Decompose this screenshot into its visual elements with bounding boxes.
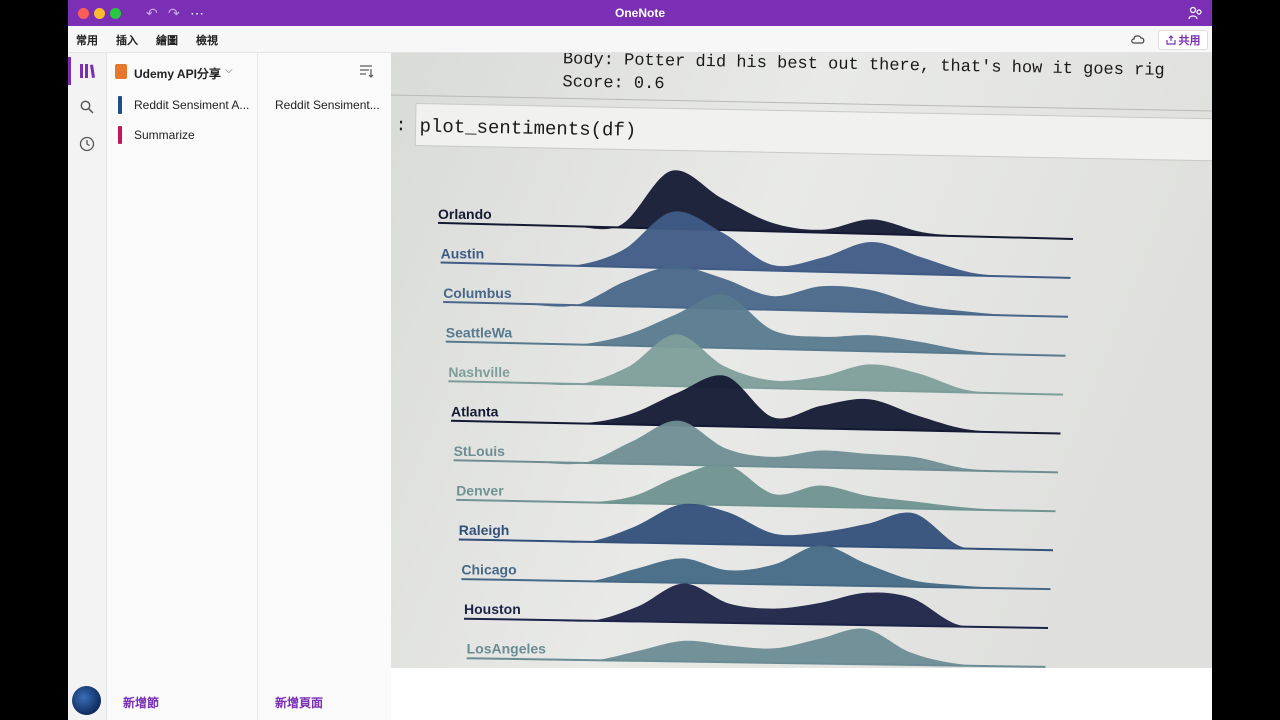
- tab-view[interactable]: 檢視: [196, 32, 218, 48]
- title-bar: ↶ ↷ ⋯ OneNote: [68, 0, 1212, 26]
- active-indicator: [68, 57, 71, 85]
- share-button[interactable]: 共用: [1158, 30, 1208, 50]
- ridge-label: Chicago: [461, 562, 516, 578]
- ridge-label: Atlanta: [451, 404, 499, 420]
- ridge-label: Houston: [464, 601, 521, 617]
- notebook-title: Udemy API分享: [134, 67, 221, 81]
- cell-code: plot_sentiments(df): [419, 116, 636, 142]
- add-section-button[interactable]: 新增節: [123, 694, 159, 711]
- section-color-tab: [118, 96, 122, 114]
- window-title: OneNote: [614, 6, 665, 20]
- embedded-photo: Body: Potter did his best out there, tha…: [391, 53, 1212, 668]
- avatar[interactable]: [72, 686, 101, 715]
- ridge-label: SeattleWa: [446, 325, 513, 341]
- section-color-tab: [118, 126, 122, 144]
- section-item-reddit[interactable]: Reddit Sensiment A...: [107, 91, 257, 119]
- onenote-window: ↶ ↷ ⋯ OneNote 常用 插入 繪圖 檢視 共用 Udemy API分享…: [68, 0, 1212, 720]
- ribbon: 常用 插入 繪圖 檢視 共用: [68, 26, 1212, 53]
- output-score-line: Score: 0.6: [562, 73, 664, 94]
- recent-clock-icon[interactable]: [79, 136, 95, 152]
- ridge-label: Orlando: [438, 206, 492, 222]
- ridge-label: StLouis: [454, 443, 506, 459]
- page-item-reddit[interactable]: Reddit Sensiment...: [258, 91, 391, 119]
- sort-icon[interactable]: [358, 63, 374, 79]
- notebook-icon: [115, 64, 127, 79]
- section-label: Reddit Sensiment A...: [134, 98, 250, 112]
- people-icon[interactable]: [1188, 5, 1204, 21]
- page-canvas[interactable]: Body: Potter did his best out there, tha…: [391, 53, 1212, 668]
- chevron-down-icon: ⌵: [225, 65, 233, 76]
- tab-insert[interactable]: 插入: [116, 32, 138, 48]
- section-label: Summarize: [134, 128, 195, 142]
- ridge-label: Nashville: [448, 364, 510, 380]
- ridge-label: Raleigh: [459, 522, 510, 538]
- notebooks-rail-button[interactable]: [68, 53, 106, 89]
- cell-prompt: :: [395, 116, 406, 136]
- ridge-label: LosAngeles: [467, 641, 547, 657]
- ridge-label: Denver: [456, 483, 504, 499]
- add-page-button[interactable]: 新增頁面: [275, 694, 323, 711]
- share-icon: [1165, 35, 1176, 45]
- sync-cloud-icon[interactable]: [1130, 33, 1146, 45]
- ridge-label: Columbus: [443, 285, 512, 301]
- page-canvas-margin: [391, 668, 1212, 720]
- notebooks-icon: [80, 64, 95, 78]
- tab-draw[interactable]: 繪圖: [156, 32, 178, 48]
- tab-home[interactable]: 常用: [76, 32, 98, 48]
- share-label: 共用: [1178, 35, 1201, 47]
- section-item-summarize[interactable]: Summarize: [107, 121, 257, 149]
- search-icon[interactable]: [80, 100, 94, 114]
- ridge-label: Austin: [441, 246, 485, 262]
- navigation-rail: [68, 53, 107, 720]
- page-label: Reddit Sensiment...: [275, 98, 380, 112]
- sections-pane: Udemy API分享 ⌵ Reddit Sensiment A... Summ…: [107, 53, 258, 720]
- pages-pane: Reddit Sensiment... 新增頁面: [258, 53, 391, 720]
